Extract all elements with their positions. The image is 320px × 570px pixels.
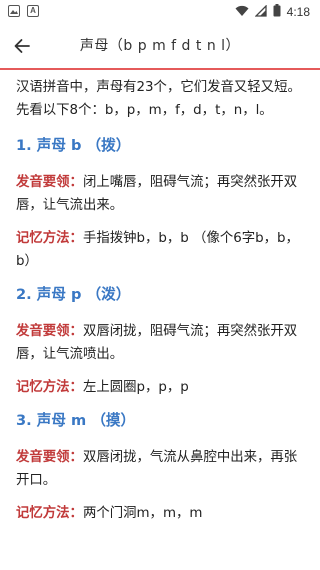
pronunciation-paragraph: 发音要领：双唇闭拢，阻碍气流；再突然张开双唇，让气流喷出。 bbox=[16, 320, 308, 366]
pronunciation-label: 发音要领： bbox=[16, 324, 83, 339]
signal-icon bbox=[254, 3, 267, 20]
header-divider bbox=[0, 68, 320, 70]
intro-text: 汉语拼音中，声母有23个，它们发音又轻又短。先看以下8个：b，p，m，f，d，t… bbox=[16, 80, 301, 118]
status-time: 4:18 bbox=[286, 5, 310, 19]
pronunciation-label: 发音要领： bbox=[16, 450, 83, 465]
pronunciation-paragraph: 发音要领：双唇闭拢，气流从鼻腔中出来，再张开口。 bbox=[16, 446, 308, 492]
text-a-icon: A bbox=[27, 5, 39, 17]
memory-text: 两个门洞m，m，m bbox=[82, 506, 203, 521]
gallery-icon bbox=[8, 5, 20, 17]
page-title: 声母（b p m f d t n l） bbox=[79, 38, 241, 54]
memory-label: 记忆方法： bbox=[16, 506, 83, 521]
memory-label: 记忆方法： bbox=[16, 380, 83, 395]
battery-icon bbox=[273, 4, 281, 20]
app-bar: 声母（b p m f d t n l） bbox=[0, 24, 320, 68]
memory-paragraph: 记忆方法：两个门洞m，m，m bbox=[16, 502, 308, 525]
status-bar: A 4:18 bbox=[0, 0, 320, 24]
memory-paragraph: 记忆方法：左上圆圈p，p，p bbox=[16, 376, 308, 399]
section-heading: 3. 声母 m （摸） bbox=[16, 412, 136, 429]
section-heading: 1. 声母 b （拨） bbox=[16, 137, 131, 154]
pronunciation-paragraph: 发音要领：闭上嘴唇，阻碍气流；再突然张开双唇，让气流出来。 bbox=[16, 171, 308, 217]
memory-paragraph: 记忆方法：手指拨钟b，b，b （像个6字b，b，b） bbox=[16, 227, 308, 273]
article-content: 汉语拼音中，声母有23个，它们发音又轻又短。先看以下8个：b，p，m，f，d，t… bbox=[16, 76, 308, 535]
memory-label: 记忆方法： bbox=[16, 231, 83, 246]
pronunciation-label: 发音要领： bbox=[16, 175, 83, 190]
section-heading: 2. 声母 p （泼） bbox=[16, 286, 131, 303]
memory-text: 左上圆圈p，p，p bbox=[82, 380, 189, 395]
wifi-icon bbox=[235, 5, 249, 20]
